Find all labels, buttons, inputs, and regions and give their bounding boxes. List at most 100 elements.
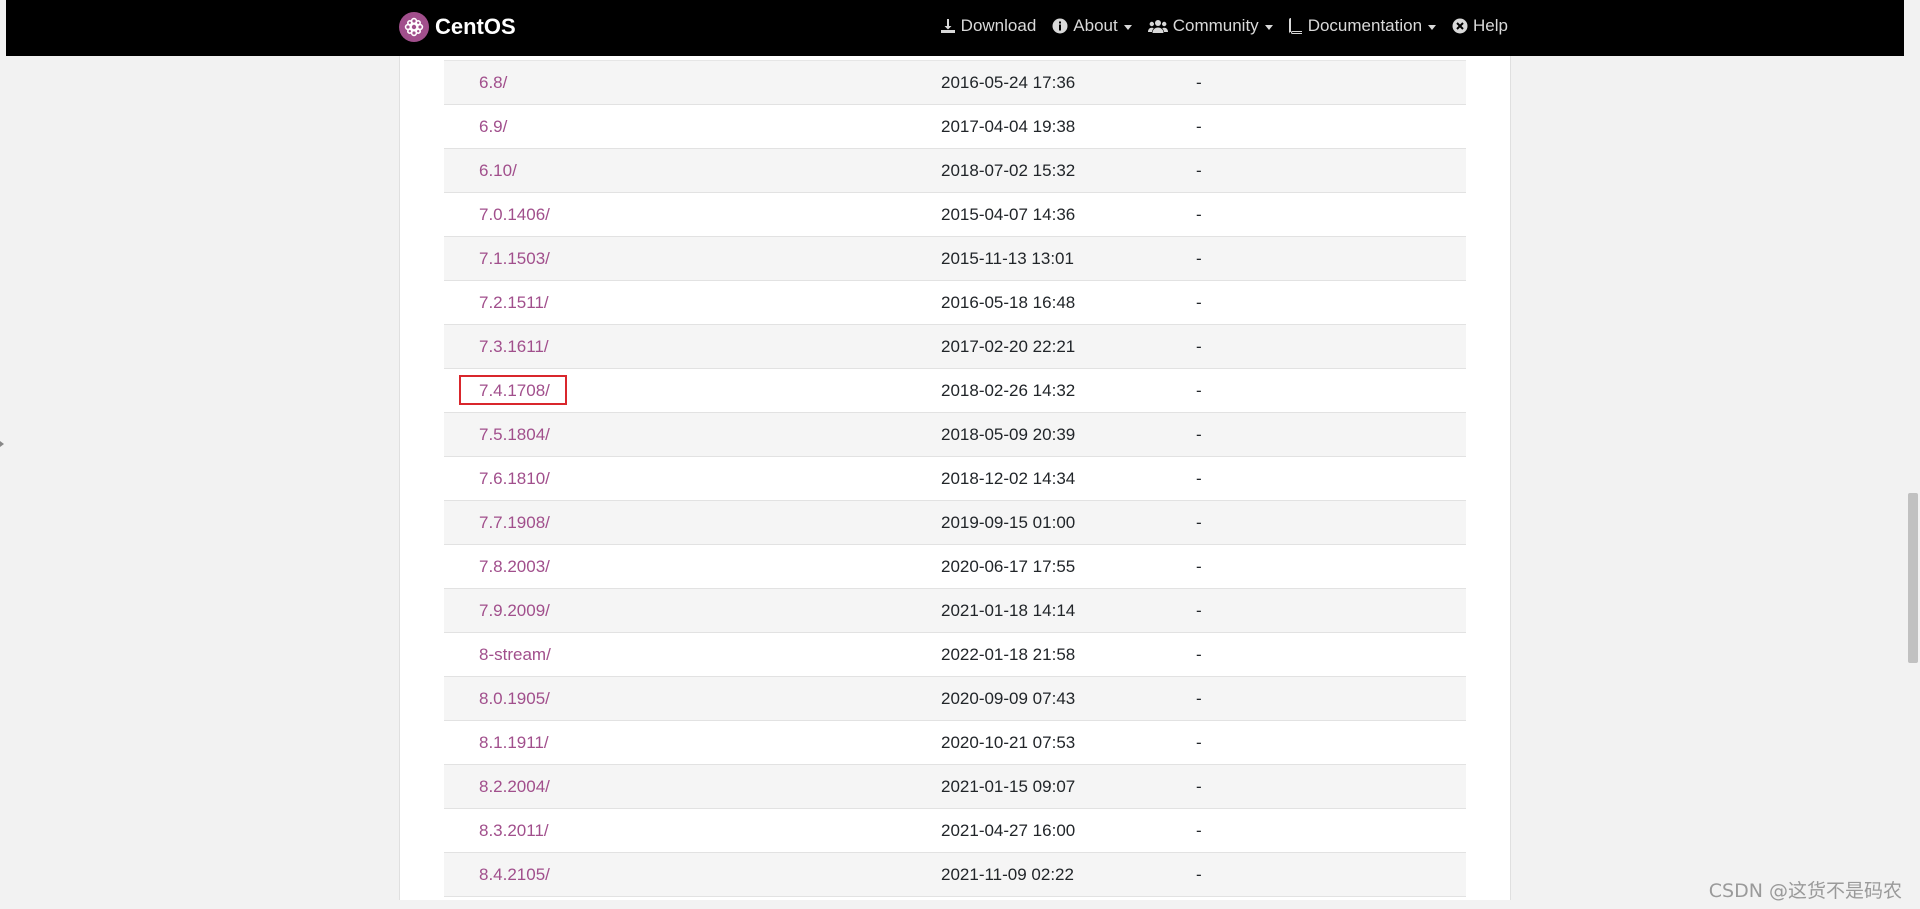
nav-download-label: Download [960,16,1037,35]
centos-logo-icon [399,12,429,42]
modified-date: 2020-10-21 07:53 [941,733,1076,752]
directory-link[interactable]: 8-stream/ [479,645,551,665]
directory-link[interactable]: 7.3.1611/ [479,337,549,357]
nav-community[interactable]: Community [1147,16,1273,36]
modified-date: 2016-05-18 16:48 [941,293,1076,312]
listing-row: 7.6.1810/2018-12-02 14:34 - [444,457,1466,501]
file-size: - [1196,293,1202,312]
modified-date: 2021-01-18 14:14 [941,601,1076,620]
modified-date: 2018-05-09 20:39 [941,425,1076,444]
users-icon [1147,20,1168,33]
listing-row: 7.1.1503/2015-11-13 13:01 - [444,237,1466,281]
modified-date: 2021-01-15 09:07 [941,777,1076,796]
nav-about-label: About [1073,16,1118,35]
nav-documentation[interactable]: Documentation [1288,16,1437,36]
bottom-status-strip [0,900,1920,909]
panel-expand-handle-icon[interactable] [0,441,4,447]
directory-link[interactable]: 7.2.1511/ [479,293,549,313]
modified-date: 2019-09-15 01:00 [941,513,1076,532]
file-size: - [1196,513,1202,532]
modified-date: 2017-04-04 19:38 [941,117,1076,136]
listing-row: 6.10/2018-07-02 15:32 - [444,149,1466,193]
modified-date: 2021-04-27 16:00 [941,821,1076,840]
file-size: - [1196,73,1202,92]
listing-row: 7.9.2009/2021-01-18 14:14 - [444,589,1466,633]
listing-row: 8.4.2105/2021-11-09 02:22 - [444,853,1466,897]
file-size: - [1196,117,1202,136]
directory-link[interactable]: 8.4.2105/ [479,865,550,885]
listing-row: 6.8/2016-05-24 17:36 - [444,61,1466,105]
file-size: - [1196,733,1202,752]
directory-link[interactable]: 6.9/ [479,117,507,137]
brand-link[interactable]: CentOS [399,10,516,44]
listing-row: 6.9/2017-04-04 19:38 - [444,105,1466,149]
nav-help[interactable]: Help [1452,16,1508,36]
directory-link[interactable]: 8.2.2004/ [479,777,550,797]
nav-download[interactable]: Download [940,16,1037,36]
directory-link[interactable]: 7.4.1708/ [479,381,550,401]
modified-date: 2018-07-02 15:32 [941,161,1076,180]
book-icon [1288,18,1302,34]
info-icon [1052,18,1068,34]
listing-row: 7.3.1611/2017-02-20 22:21 - [444,325,1466,369]
directory-link[interactable]: 7.7.1908/ [479,513,550,533]
chevron-down-icon [1123,24,1132,30]
listing-row: 8.3.2011/2021-04-27 16:00 - [444,809,1466,853]
file-size: - [1196,469,1202,488]
modified-date: 2022-01-18 21:58 [941,645,1076,664]
modified-date: 2018-12-02 14:34 [941,469,1076,488]
directory-listing: 6.8/2016-05-24 17:36-6.9/2017-04-04 19:3… [444,60,1466,897]
directory-link[interactable]: 6.8/ [479,73,507,93]
nav-documentation-label: Documentation [1307,16,1423,35]
file-size: - [1196,425,1202,444]
watermark: CSDN @这货不是码农 [1708,880,1902,902]
modified-date: 2020-09-09 07:43 [941,689,1076,708]
file-size: - [1196,865,1202,884]
scrollbar-thumb[interactable] [1908,493,1918,663]
listing-row: 8.0.1905/2020-09-09 07:43 - [444,677,1466,721]
file-size: - [1196,381,1202,400]
directory-link[interactable]: 7.9.2009/ [479,601,550,621]
directory-link[interactable]: 7.1.1503/ [479,249,550,269]
file-size: - [1196,645,1202,664]
listing-row: 8-stream/2022-01-18 21:58 - [444,633,1466,677]
help-icon [1452,18,1468,34]
directory-link[interactable]: 7.5.1804/ [479,425,550,445]
brand-name: CentOS [435,14,516,39]
modified-date: 2020-06-17 17:55 [941,557,1076,576]
directory-link[interactable]: 7.6.1810/ [479,469,550,489]
listing-row: 8.1.1911/2020-10-21 07:53 - [444,721,1466,765]
directory-link[interactable]: 7.8.2003/ [479,557,550,577]
modified-date: 2018-02-26 14:32 [941,381,1076,400]
directory-link[interactable]: 8.1.1911/ [479,733,549,753]
file-size: - [1196,689,1202,708]
listing-row: 7.5.1804/2018-05-09 20:39 - [444,413,1466,457]
file-size: - [1196,249,1202,268]
listing-row: 7.7.1908/2019-09-15 01:00 - [444,501,1466,545]
nav-help-label: Help [1473,16,1508,35]
file-size: - [1196,601,1202,620]
listing-row: 7.4.1708/2018-02-26 14:32 - [444,369,1466,413]
file-size: - [1196,161,1202,180]
vertical-scrollbar[interactable] [1906,0,1920,909]
directory-link[interactable]: 7.0.1406/ [479,205,550,225]
file-size: - [1196,557,1202,576]
file-size: - [1196,205,1202,224]
directory-link[interactable]: 6.10/ [479,161,517,181]
listing-row: 8.2.2004/2021-01-15 09:07 - [444,765,1466,809]
modified-date: 2015-04-07 14:36 [941,205,1076,224]
nav-about[interactable]: About [1052,16,1132,36]
chevron-down-icon [1428,24,1437,30]
download-icon [940,19,955,33]
top-navbar: CentOS Download About Community Document… [6,0,1904,56]
file-size: - [1196,821,1202,840]
listing-row: 7.8.2003/2020-06-17 17:55 - [444,545,1466,589]
directory-link[interactable]: 8.3.2011/ [479,821,549,841]
directory-link[interactable]: 8.0.1905/ [479,689,550,709]
chevron-down-icon [1264,24,1273,30]
main-nav: Download About Community Documentation H… [940,0,1508,52]
listing-row: 7.2.1511/2016-05-18 16:48 - [444,281,1466,325]
nav-community-label: Community [1172,16,1259,35]
modified-date: 2015-11-13 13:01 [941,249,1074,268]
modified-date: 2017-02-20 22:21 [941,337,1076,356]
